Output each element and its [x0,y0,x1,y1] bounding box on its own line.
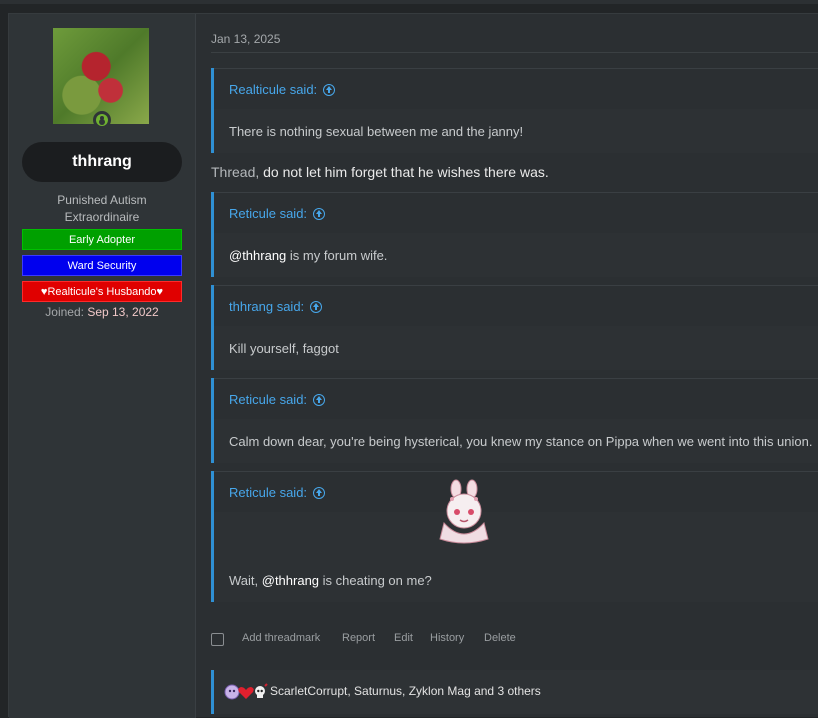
quote-header: Reticule said: [214,192,818,233]
joined-date: Sep 13, 2022 [87,305,159,319]
quote-body: There is nothing sexual between me and t… [229,124,524,139]
quote-author[interactable]: Reticule said: [229,206,307,221]
quote-author-link[interactable]: Reticule said: [229,392,326,407]
banner-early-adopter: Early Adopter [22,229,182,250]
reply-prefix: Thread, [211,164,260,180]
quote-header: Reticule said: [214,471,818,512]
report-button[interactable]: Report [342,632,375,644]
user-title: Punished Autism Extraordinaire [22,192,182,226]
quote-header: Reticule said: [214,378,818,419]
forum-post: thhrang Punished Autism Extraordinaire E… [8,13,818,718]
quote-author-link[interactable]: Realticule said: [229,82,336,97]
quote-author[interactable]: Realticule said: [229,82,317,97]
quote-block: thhrang said: Kill yourself, faggot [211,285,818,370]
user-mention[interactable]: @thhrang [229,248,286,263]
quote-block: Reticule said: Wait, @thhrang is cheatin… [211,471,818,602]
user-title-line-2: Extraordinaire [64,210,140,224]
heart-icon [238,687,254,699]
quote-header: Realticule said: [214,68,818,109]
reactions-bar[interactable]: ScarletCorrupt, Saturnus, Zyklon Mag and… [211,670,818,714]
reply-body: do not let him forget that he wishes the… [259,164,549,180]
online-status-icon [93,111,111,129]
quote-body-text: is cheating on me? [319,573,432,588]
quote-author[interactable]: Reticule said: [229,485,307,500]
quote-body: Wait, @thhrang is cheating on me? [229,573,432,588]
user-mention[interactable]: @thhrang [262,573,319,588]
quote-author[interactable]: thhrang said: [229,299,304,314]
top-bar [0,0,818,4]
avatar[interactable] [53,28,149,124]
banner-husbando: ♥Realticule's Husbando♥ [22,281,182,302]
jump-to-quote-icon[interactable] [313,487,326,499]
quote-block: Reticule said: Calm down dear, you're be… [211,378,818,463]
delete-button[interactable]: Delete [484,632,516,644]
quote-body: Kill yourself, faggot [229,341,339,356]
history-button[interactable]: History [430,632,464,644]
quote-author-link[interactable]: Reticule said: [229,206,326,221]
reaction-icons [224,683,268,700]
user-sidebar: thhrang Punished Autism Extraordinaire E… [9,14,196,718]
quote-body: @thhrang is my forum wife. [229,248,387,263]
select-post-checkbox[interactable] [211,633,224,646]
post-date[interactable]: Jan 13, 2025 [211,32,280,46]
reaction-users[interactable]: ScarletCorrupt, Saturnus, Zyklon Mag and… [270,684,541,698]
quote-author-link[interactable]: Reticule said: [229,485,326,500]
anime-sticker-icon [439,479,489,544]
quote-body-prefix: Wait, [229,573,262,588]
reply-text: Thread, do not let him forget that he wi… [211,164,549,180]
anime-face-icon [224,684,240,700]
jump-to-quote-icon[interactable] [313,208,326,220]
jump-to-quote-icon[interactable] [323,84,336,96]
user-title-line-1: Punished Autism [57,193,147,207]
jump-to-quote-icon[interactable] [313,394,326,406]
quote-author[interactable]: Reticule said: [229,392,307,407]
quote-block: Realticule said: There is nothing sexual… [211,68,818,153]
username[interactable]: thhrang [22,142,182,182]
banner-ward-security: Ward Security [22,255,182,276]
edit-button[interactable]: Edit [394,632,413,644]
divider [211,52,818,53]
joined-info: Joined: Sep 13, 2022 [22,305,182,319]
add-threadmark-button[interactable]: Add threadmark [242,632,320,644]
quote-header: thhrang said: [214,285,818,326]
quote-body-text: is my forum wife. [286,248,388,263]
joined-label: Joined: [45,305,84,319]
post-actions: Add threadmark Report Edit History Delet… [211,632,818,652]
quote-block: Reticule said: @thhrang is my forum wife… [211,192,818,277]
quote-author-link[interactable]: thhrang said: [229,299,323,314]
skull-icon [255,683,268,698]
jump-to-quote-icon[interactable] [310,301,323,313]
quote-body: Calm down dear, you're being hysterical,… [229,434,813,449]
